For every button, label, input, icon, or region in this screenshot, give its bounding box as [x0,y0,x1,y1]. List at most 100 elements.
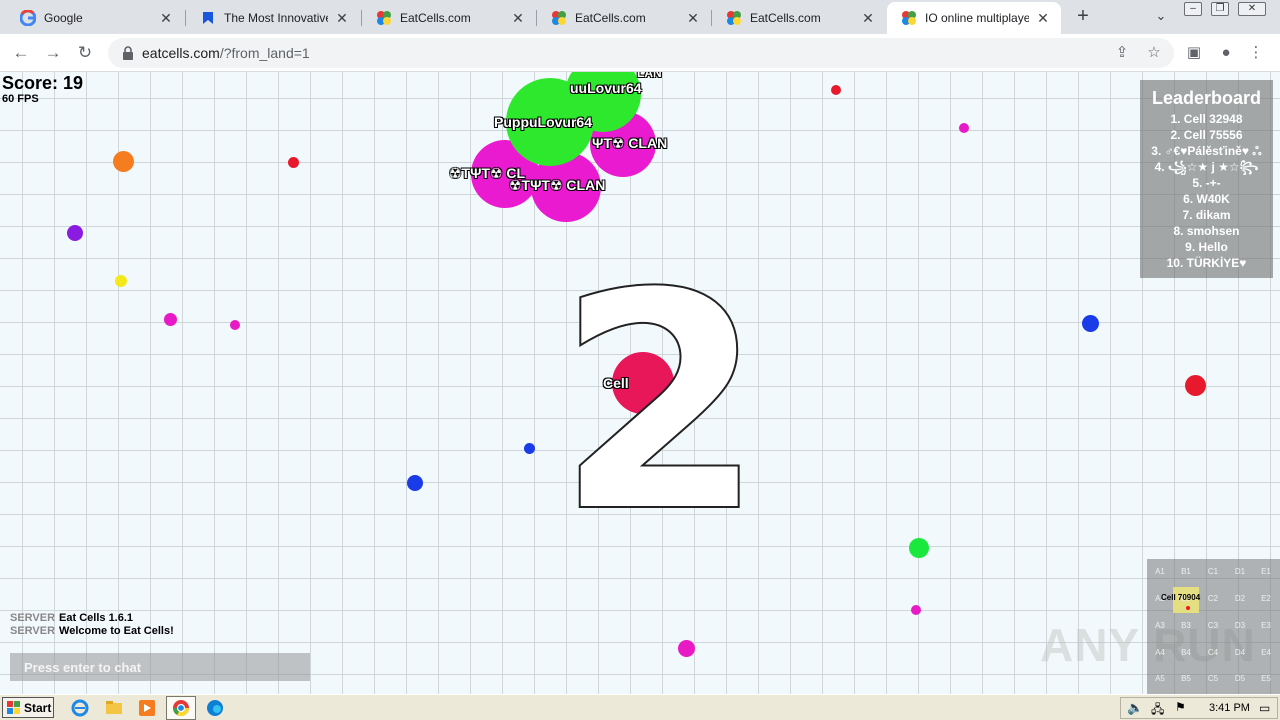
tab-eatcells-2[interactable]: EatCells.com ✕ [537,2,711,34]
minimap-sector-label: C3 [1207,621,1219,630]
leaderboard-title: Leaderboard [1151,88,1262,108]
chrome-icon [172,700,190,717]
eatcells-icon [902,11,916,25]
minimap-sector-label: A5 [1155,674,1165,683]
chat-input[interactable] [10,653,310,681]
minimap: A1 B1 C1 D1 E1 A2 B2 C2 D2 E2 A3 B3 C3 D… [1147,559,1280,694]
food-pellet [959,123,969,133]
food-pellet [1082,315,1099,332]
close-icon[interactable]: ✕ [685,10,701,27]
google-icon [20,10,36,26]
food-pellet [1185,375,1206,396]
tab-strip: Google ✕ The Most Innovative Tr ✕ EatCel… [0,0,1280,34]
close-icon[interactable]: ✕ [158,10,174,27]
food-pellet [407,475,423,491]
chat-message: SERVER Welcome to Eat Cells! [10,625,174,638]
star-icon[interactable]: ☆ [1144,43,1164,63]
chat-log: SERVER Eat Cells 1.6.1 SERVER Welcome to E… [10,612,174,638]
minimize-button[interactable]: – [1184,2,1202,16]
leaderboard-entry: 3. ♂€♥Pálěsťině♥ ஃ [1151,144,1262,158]
minimap-sector-label: C4 [1207,648,1219,657]
cell-name-label: ΨT☢ CLAN [592,135,668,151]
close-icon[interactable]: ✕ [334,10,350,27]
leaderboard: Leaderboard 1. Cell 32948 2. Cell 75556 … [1140,80,1273,278]
leaderboard-entry: 5. -+- [1192,176,1221,190]
close-window-button[interactable]: ✕ [1238,2,1266,16]
tab-title: The Most Innovative Tr [224,11,328,25]
tab-eatcells-3[interactable]: EatCells.com ✕ [712,2,886,34]
minimap-sector-label: C5 [1207,674,1219,683]
internet-explorer-icon[interactable] [70,698,90,718]
tab-io-online[interactable]: IO online multiplayer ar ✕ [887,2,1061,34]
forward-arrow-icon[interactable]: → [42,42,64,64]
food-pellet [524,443,535,454]
chrome-taskbar-button[interactable] [166,696,196,720]
url-path: /?from_land=1 [219,45,310,61]
minimap-sector-label: E3 [1261,621,1271,630]
edge-icon[interactable] [205,698,225,718]
network-icon[interactable]: 🖧 [1151,700,1164,720]
tab-innovative[interactable]: The Most Innovative Tr ✕ [186,2,360,34]
minimap-sector-label: D4 [1234,648,1246,657]
tab-title: EatCells.com [750,11,821,25]
tab-eatcells-1[interactable]: EatCells.com ✕ [362,2,536,34]
score-label: Score: 19 [2,73,84,93]
minimap-sector-label: D5 [1234,674,1246,683]
leaderboard-entry: 7. dikam [1182,208,1231,222]
tab-google[interactable]: Google ✕ [6,2,184,34]
game-canvas[interactable]: LAN uuLovur64 PuppuLovur64 ΨT☢ CLAN ☢TΨT… [0,72,1280,694]
minimap-sector-label: A4 [1155,648,1165,657]
restore-button[interactable]: ❐ [1211,2,1229,16]
eatcells-icon [552,11,566,25]
minimap-sector-label: D1 [1234,567,1246,576]
leaderboard-list: 1. Cell 32948 2. Cell 75556 3. ♂€♥Pálěsť… [1140,111,1273,271]
chat-sender: SERVER [10,612,56,624]
minimap-sector-label: E5 [1261,674,1271,683]
taskbar: Start 🔈 🖧 ⚑ 3:41 PM ▭ [0,694,1280,720]
cell-name-label: PuppuLovur64 [494,114,593,130]
cell-name-label: ☢TΨT☢ CLAN [509,177,606,193]
cell-name-label: LAN [637,72,662,80]
kebab-menu-icon[interactable]: ⋮ [1246,43,1266,63]
food-pellet [164,313,177,326]
tab-title: IO online multiplayer ar [925,11,1029,25]
tab-title: Google [44,11,83,25]
reload-icon[interactable]: ↻ [74,42,96,64]
food-pellet [113,151,134,172]
food-pellet [288,157,299,168]
new-tab-button[interactable]: + [1072,6,1094,28]
minimap-player-label: Cell 70904 [1161,593,1201,602]
side-panel-icon[interactable]: ▣ [1184,43,1204,63]
chat-message: SERVER Eat Cells 1.6.1 [10,612,174,625]
url-host: eatcells.com [142,45,220,61]
minimap-player-dot [1186,606,1190,610]
tab-title: EatCells.com [575,11,646,25]
back-arrow-icon[interactable]: ← [10,42,32,64]
minimap-sector-label: B1 [1181,567,1191,576]
system-tray: 🔈 🖧 ⚑ 3:41 PM ▭ [1120,697,1278,719]
chat-text: Welcome to Eat Cells! [59,625,174,637]
speaker-icon[interactable]: 🔈 [1127,700,1143,716]
leaderboard-entry: 10. TÜRKİYE♥ [1166,256,1247,270]
tab-search-chevron-icon[interactable]: ⌄ [1152,8,1170,26]
leaderboard-entry: 1. Cell 32948 [1170,112,1243,126]
flag-icon[interactable]: ⚑ [1175,700,1186,714]
minimap-sector-label: C2 [1207,594,1219,603]
leaderboard-entry: 2. Cell 75556 [1170,128,1243,142]
start-button[interactable]: Start [2,697,54,718]
profile-avatar-icon[interactable]: ● [1216,43,1236,63]
close-icon[interactable]: ✕ [860,10,876,27]
minimap-sector-label: A3 [1155,621,1165,630]
close-icon[interactable]: ✕ [1035,10,1051,27]
clock: 3:41 PM [1209,702,1250,714]
close-icon[interactable]: ✕ [510,10,526,27]
minimap-sector-label: C1 [1207,567,1219,576]
media-player-icon[interactable] [137,698,157,718]
minimap-sector-label: A1 [1155,567,1165,576]
chat-text: Eat Cells 1.6.1 [59,612,134,624]
show-desktop-icon[interactable]: ▭ [1259,701,1270,715]
address-bar[interactable]: eatcells.com/?from_land=1 ⇪ ☆ [108,38,1174,68]
share-icon[interactable]: ⇪ [1112,43,1132,63]
folder-icon[interactable] [104,698,124,718]
minimap-sector-label: D3 [1234,621,1246,630]
